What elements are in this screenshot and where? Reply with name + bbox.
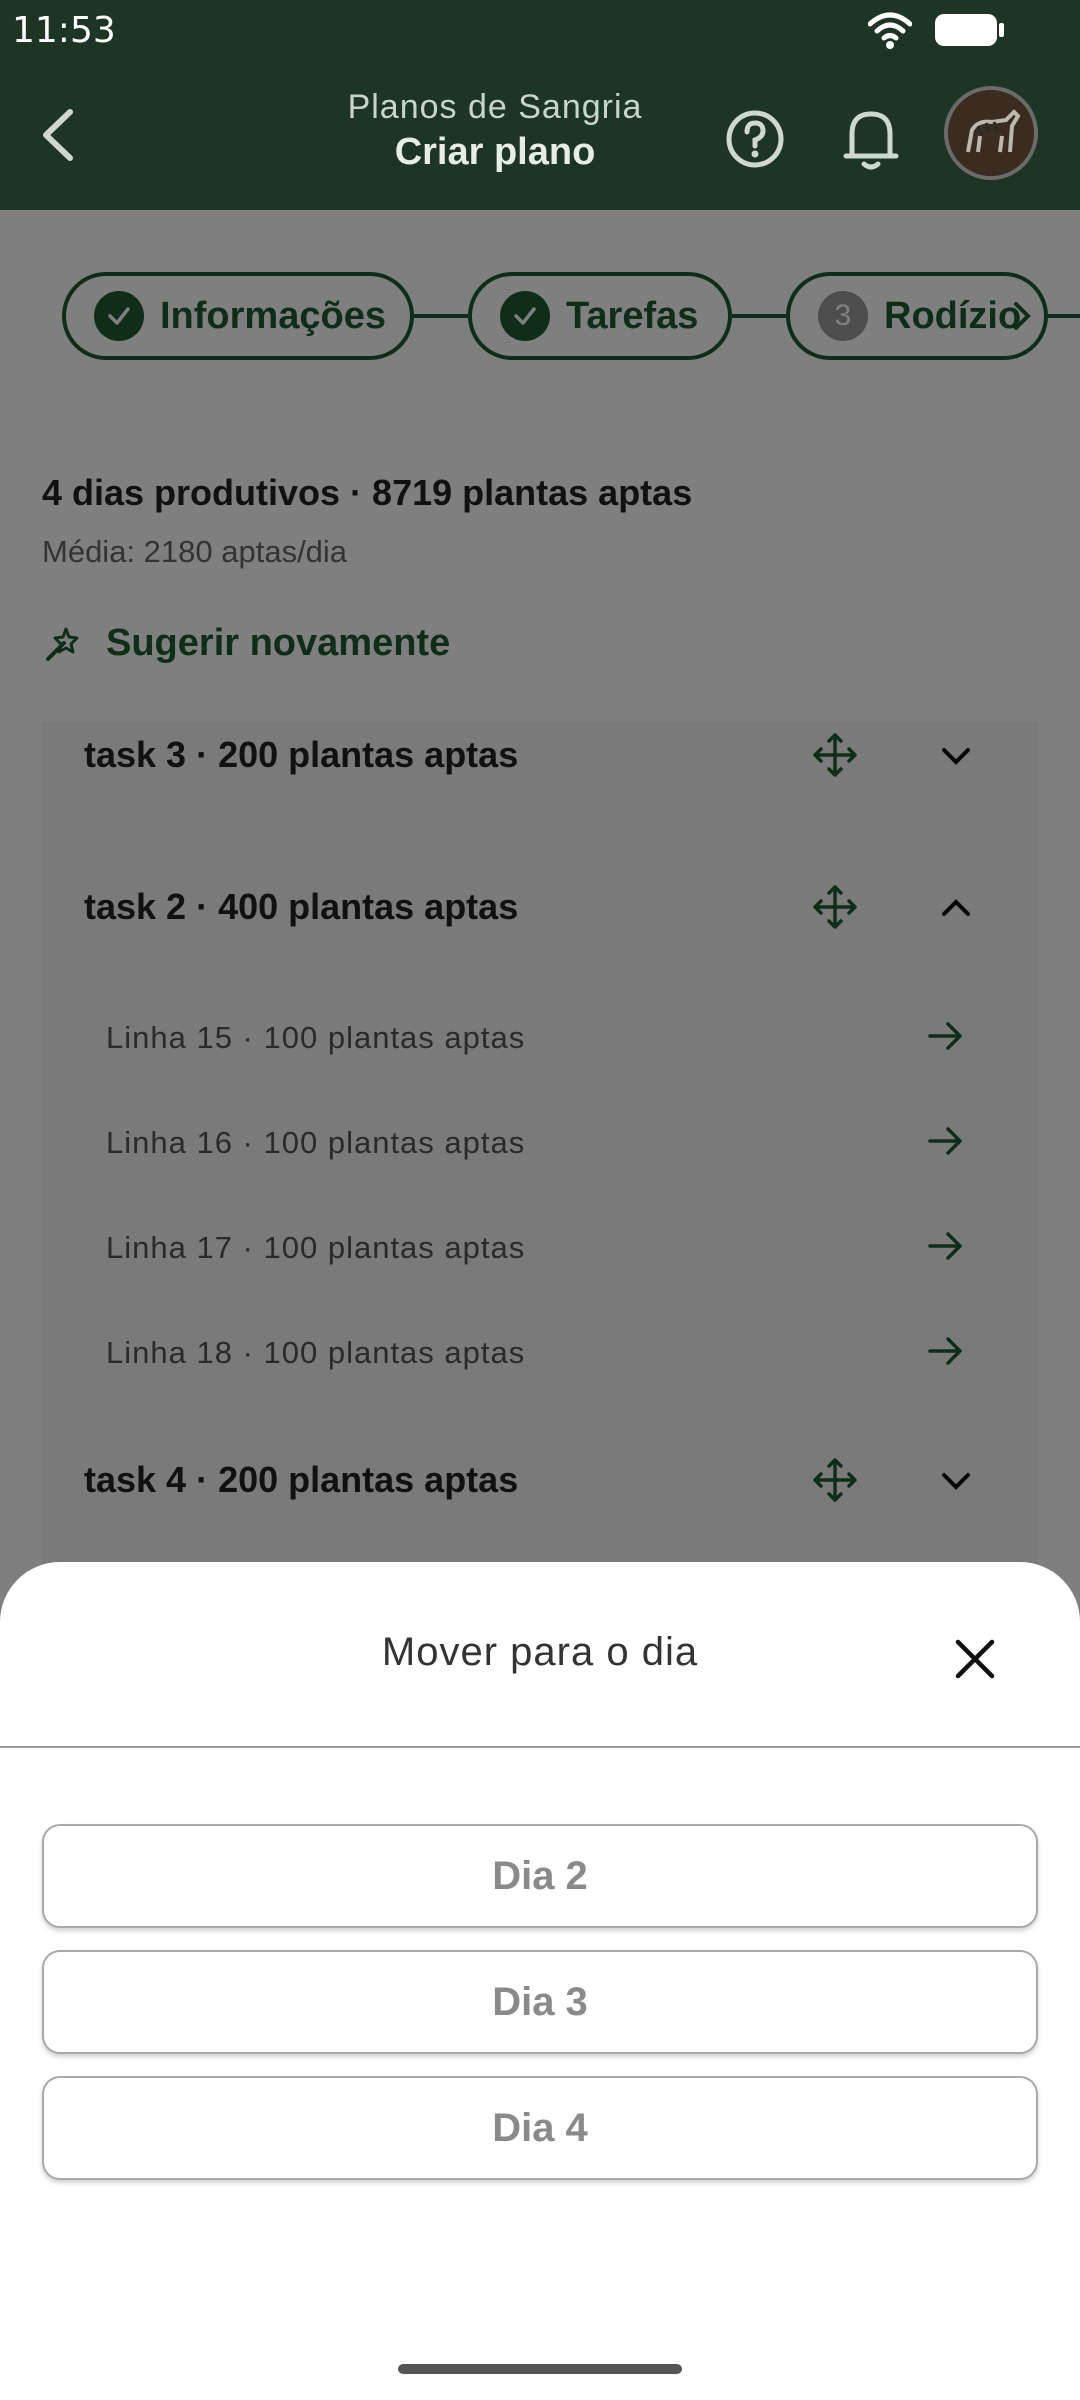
day-option-button[interactable]: Dia 2: [42, 1824, 1038, 1928]
move-to-day-sheet: Mover para o dia Dia 2 Dia 3 Dia 4: [0, 1562, 1080, 2400]
app-bar-titles: Planos de Sangria Criar plano: [250, 88, 740, 174]
avatar-image: [948, 90, 1034, 176]
home-indicator[interactable]: [398, 2364, 682, 2374]
wifi-icon: [868, 12, 912, 49]
day-option-button[interactable]: Dia 4: [42, 2076, 1038, 2180]
help-icon[interactable]: [722, 106, 788, 172]
status-bar: 11:53: [0, 0, 1080, 60]
battery-icon: [935, 14, 1004, 46]
sheet-divider: [0, 1746, 1080, 1748]
sheet-title: Mover para o dia: [381, 1630, 699, 1674]
day-option-button[interactable]: Dia 3: [42, 1950, 1038, 2054]
avatar[interactable]: [944, 86, 1038, 180]
back-arrow-icon[interactable]: [28, 100, 88, 170]
bell-icon[interactable]: [838, 104, 904, 174]
close-icon[interactable]: [948, 1632, 1002, 1686]
app-bar-subtitle: Planos de Sangria: [347, 88, 643, 126]
page-title: Criar plano: [394, 131, 596, 173]
status-time: 11:53: [12, 10, 116, 51]
app-bar: Planos de Sangria Criar plano: [0, 60, 1080, 210]
